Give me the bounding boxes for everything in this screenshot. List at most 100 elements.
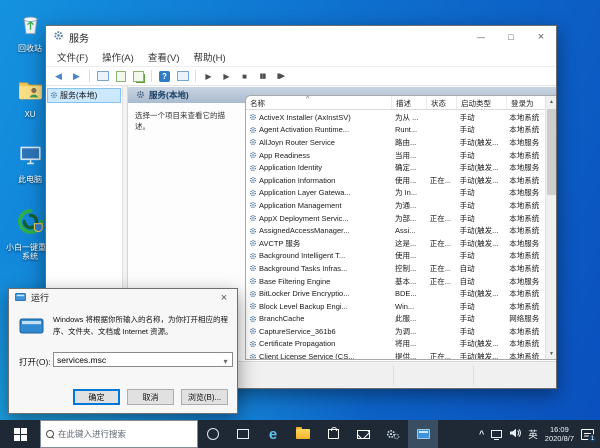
service-row[interactable]: AVCTP 服务 这是... 正在... 手动(触发... 本地服务 [246, 237, 545, 250]
service-row[interactable]: AssignedAccessManager... Assi... 手动(触发... 本… [246, 224, 545, 237]
mail-button[interactable] [348, 420, 378, 448]
service-cell-logon: 本地系统 [509, 326, 540, 336]
column-header[interactable]: 状态 [427, 96, 457, 109]
hidden-icons-chevron[interactable]: ^ [479, 429, 484, 439]
search-input[interactable] [58, 429, 178, 439]
tree-item-services-local[interactable]: 服务(本地) [47, 88, 121, 103]
taskbar: e ^ 英 16:09 2020/8/7 [0, 420, 600, 448]
run-dialog-title: 运行 [31, 293, 50, 303]
column-header[interactable]: 名称 [246, 96, 392, 109]
run-close-icon[interactable] [211, 289, 237, 306]
start-button[interactable] [0, 420, 40, 448]
service-row[interactable]: AppX Deployment Servic... 为部... 正在... 手动 本地系… [246, 212, 545, 225]
services-titlebar[interactable]: 服务 [46, 26, 556, 48]
service-row[interactable]: ActiveX Installer (AxInstSV) 为从 ... 手动 本地系统 [246, 111, 545, 124]
clock-time: 16:09 [550, 424, 569, 434]
service-cell-startup: 手动 [459, 251, 475, 261]
service-row[interactable]: Agent Activation Runtime... Runt... 手动 本地系统 [246, 124, 545, 137]
browse-button[interactable]: 浏览(B)... [181, 389, 228, 405]
close-button[interactable] [526, 26, 556, 48]
taskbar-clock[interactable]: 16:09 2020/8/7 [545, 425, 574, 444]
service-cell-name: Application Information [246, 176, 391, 185]
properties-icon[interactable] [113, 69, 128, 83]
reinstall-tool-icon [16, 207, 45, 241]
start-service-icon[interactable] [201, 69, 216, 83]
column-header[interactable]: 登录为 [507, 96, 547, 109]
column-header[interactable]: 启动类型 [457, 96, 507, 109]
service-cell-startup: 手动(触发... [459, 289, 499, 299]
services-taskbar-button[interactable] [378, 420, 408, 448]
service-row[interactable]: BitLocker Drive Encryptio... BDE... 手动(触发.… [246, 287, 545, 300]
network-icon[interactable] [491, 430, 503, 440]
chevron-down-icon[interactable] [219, 351, 232, 369]
scroll-down-icon[interactable] [546, 348, 556, 359]
service-cell-desc: 为部... [394, 213, 417, 223]
task-view-button[interactable] [228, 420, 258, 448]
ime-indicator[interactable]: 英 [528, 427, 538, 441]
scroll-up-icon[interactable] [546, 96, 556, 107]
service-row[interactable]: Certificate Propagation 将用... 手动(触发... 本地系统 [246, 338, 545, 351]
service-row[interactable]: Background Tasks Infras... 控制... 正在... 自动 本地… [246, 262, 545, 275]
stop-service-icon[interactable] [237, 69, 252, 83]
minimize-button[interactable] [466, 26, 496, 48]
service-row[interactable]: AllJoyn Router Service 路由... 手动(触发... 本地服务 [246, 136, 545, 149]
menu-file[interactable]: 文件(F) [50, 48, 95, 66]
service-row[interactable]: Client License Service (CS... 提供... 正在... 手… [246, 350, 545, 359]
vertical-scrollbar[interactable] [545, 96, 556, 359]
main-header-title: 服务(本地) [149, 90, 189, 100]
service-row[interactable]: Background Intelligent T... 使用... 手动 本地系统 [246, 250, 545, 263]
service-row[interactable]: App Readiness 当用... 手动 本地系统 [246, 149, 545, 162]
menu-action[interactable]: 操作(A) [95, 48, 141, 66]
service-cell-logon: 本地服务 [509, 276, 540, 286]
menu-view[interactable]: 查看(V) [141, 48, 187, 66]
service-row[interactable]: Application Information 使用... 正在... 手动(触发..… [246, 174, 545, 187]
forward-icon[interactable] [69, 69, 84, 83]
action-center-icon[interactable]: 1 [581, 428, 597, 443]
export-list-icon[interactable] [131, 69, 146, 83]
service-cell-status: 正在... [429, 276, 452, 286]
statusbar-separator [473, 366, 474, 385]
edge-button[interactable]: e [258, 420, 288, 448]
service-row[interactable]: Application Identity 确定... 手动(触发... 本地服务 [246, 161, 545, 174]
help-icon[interactable] [157, 69, 172, 83]
service-cell-name: Agent Activation Runtime... [246, 125, 391, 134]
service-cell-startup: 手动 [459, 326, 475, 336]
service-row[interactable]: Application Layer Gatewa... 为 In... 手动 本地服务 [246, 187, 545, 200]
console-tree-icon[interactable] [95, 69, 110, 83]
taskbar-search[interactable] [40, 420, 198, 448]
run-taskbar-button[interactable] [408, 420, 438, 448]
service-cell-logon: 本地系统 [509, 263, 540, 273]
service-row[interactable]: Block Level Backup Engi... Win... 手动 本地系统 [246, 300, 545, 313]
service-cell-logon: 本地系统 [509, 200, 540, 210]
store-button[interactable] [318, 420, 348, 448]
menu-help[interactable]: 帮助(H) [186, 48, 232, 66]
column-header[interactable]: 描述 [392, 96, 427, 109]
pause-service-icon[interactable] [255, 69, 270, 83]
run-dialog: 运行 Windows 将根据你所输入的名称，为你打开相应的程序、文件夹、文档或 … [8, 288, 238, 414]
service-cell-desc: 为通... [394, 200, 417, 210]
service-row[interactable]: CaptureService_361b6 为调... 手动 本地系统 [246, 325, 545, 338]
service-cell-name: Application Management [246, 201, 391, 210]
service-cell-desc: 当用... [394, 150, 417, 160]
open-combobox[interactable] [53, 352, 233, 367]
service-cell-logon: 本地服务 [509, 137, 540, 147]
service-row[interactable]: Application Management 为通... 手动 本地系统 [246, 199, 545, 212]
open-input[interactable] [54, 354, 219, 365]
cancel-button[interactable]: 取消 [127, 389, 174, 405]
scrollbar-thumb[interactable] [547, 109, 556, 195]
file-explorer-button[interactable] [288, 420, 318, 448]
run-titlebar[interactable]: 运行 [9, 289, 237, 306]
back-icon[interactable] [51, 69, 66, 83]
service-cell-logon: 本地系统 [509, 339, 540, 349]
service-row[interactable]: Base Filtering Engine 基本... 正在... 自动 本地服务 [246, 275, 545, 288]
description-hint: 选择一个项目来查看它的描述。 [135, 111, 225, 131]
cortana-button[interactable] [198, 420, 228, 448]
service-cell-logon: 本地系统 [509, 175, 540, 185]
restart-service-icon[interactable] [273, 69, 288, 83]
maximize-button[interactable] [496, 26, 526, 48]
volume-icon[interactable] [509, 425, 522, 443]
view-icon[interactable] [175, 69, 190, 83]
resume-service-icon[interactable] [219, 69, 234, 83]
service-row[interactable]: BranchCache 此服... 手动 网络服务 [246, 313, 545, 326]
ok-button[interactable]: 确定 [73, 389, 120, 405]
